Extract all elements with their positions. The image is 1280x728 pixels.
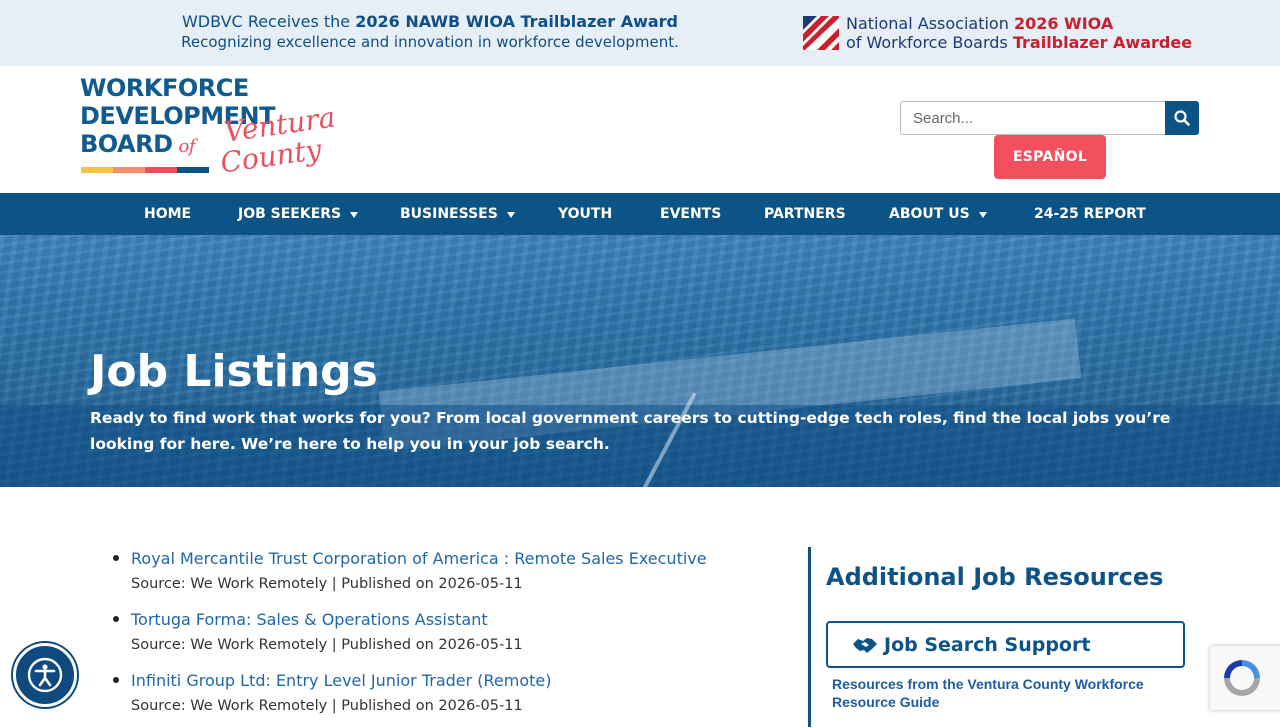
sidebar-title: Additional Job Resources <box>826 563 1164 591</box>
nav-youth[interactable]: YOUTH <box>558 193 612 235</box>
nav-report-label: 24-25 REPORT <box>1034 206 1146 222</box>
recaptcha-badge[interactable] <box>1210 646 1280 710</box>
hero-description: Ready to find work that works for you? F… <box>90 409 1171 453</box>
resources-sidebar: Additional Job Resources Job Search Supp… <box>808 547 1188 727</box>
nav-about-us-label: ABOUT US <box>889 206 970 222</box>
main-nav: HOME JOB SEEKERS BUSINESSES YOUTH EVENTS… <box>0 193 1280 235</box>
job-link[interactable]: Royal Mercantile Trust Corporation of Am… <box>131 545 791 573</box>
bullet-icon <box>113 677 119 683</box>
caret-down-icon <box>350 211 359 218</box>
nav-partners[interactable]: PARTNERS <box>764 193 846 235</box>
nav-home-label: HOME <box>144 206 192 222</box>
nav-job-seekers[interactable]: JOB SEEKERS <box>238 193 359 235</box>
site-logo[interactable]: WORKFORCE DEVELOPMENT BOARD of Ventura Co… <box>80 74 337 186</box>
logo-board: BOARD <box>80 130 173 158</box>
nav-home[interactable]: HOME <box>144 193 191 235</box>
search-icon <box>1174 110 1190 126</box>
search-input[interactable] <box>900 101 1166 135</box>
job-search-support-button[interactable]: Job Search Support <box>826 621 1185 668</box>
job-list: Royal Mercantile Trust Corporation of Am… <box>111 545 791 728</box>
resource-guide-link[interactable]: Resources from the Ventura County Workfo… <box>832 675 1162 711</box>
nav-report[interactable]: 24-25 REPORT <box>1034 193 1146 235</box>
nav-about-us[interactable]: ABOUT US <box>889 193 987 235</box>
nav-events-label: EVENTS <box>660 206 722 222</box>
caret-down-icon <box>506 211 515 218</box>
list-item: Tortuga Forma: Sales & Operations Assist… <box>111 606 791 667</box>
banner-subline: Recognizing excellence and innovation in… <box>181 33 679 51</box>
list-item: Infiniti Group Ltd: Entry Level Junior T… <box>111 667 791 728</box>
award-line2: Trailblazer Awardee <box>1012 33 1193 52</box>
nawb-flag-icon <box>803 16 839 50</box>
job-meta: Source: We Work Remotely | Published on … <box>131 637 523 653</box>
page-title: Job Listings <box>90 346 378 397</box>
nawb-name-line1: National Association <box>846 14 1009 33</box>
bullet-icon <box>113 555 119 561</box>
nav-job-seekers-label: JOB SEEKERS <box>238 206 342 222</box>
nawb-name-line2: of Workforce Boards <box>846 33 1008 52</box>
award-banner[interactable]: WDBVC Receives the 2026 NAWB WIOA Trailb… <box>0 0 1280 66</box>
job-meta: Source: We Work Remotely | Published on … <box>131 576 523 592</box>
accessibility-icon <box>27 657 63 693</box>
job-link[interactable]: Infiniti Group Ltd: Entry Level Junior T… <box>131 667 791 695</box>
search-button[interactable] <box>1165 101 1199 135</box>
list-item: Royal Mercantile Trust Corporation of Am… <box>111 545 791 606</box>
logo-script: Ventura County <box>218 101 341 180</box>
espanol-button[interactable]: ESPAÑOL <box>994 135 1106 179</box>
nav-youth-label: YOUTH <box>558 206 613 222</box>
job-meta: Source: We Work Remotely | Published on … <box>131 698 523 714</box>
caret-down-icon <box>978 211 987 218</box>
logo-color-bar <box>81 167 209 173</box>
logo-line-1: WORKFORCE <box>80 74 249 102</box>
banner-headline: WDBVC Receives the 2026 NAWB WIOA Trailb… <box>130 12 730 32</box>
site-header: WORKFORCE DEVELOPMENT BOARD of Ventura Co… <box>0 66 1280 193</box>
award-line1: 2026 WIOA <box>1013 14 1114 33</box>
job-link[interactable]: Tortuga Forma: Sales & Operations Assist… <box>131 606 791 634</box>
banner-headline-prefix: WDBVC Receives the <box>181 12 356 31</box>
accessibility-button[interactable] <box>13 643 77 707</box>
nawb-text: National Association 2026 WIOA of Workfo… <box>846 14 1192 52</box>
nav-events[interactable]: EVENTS <box>660 193 721 235</box>
logo-of: of <box>178 136 196 157</box>
nav-businesses-label: BUSINESSES <box>400 206 498 222</box>
handshake-icon <box>853 637 877 653</box>
bullet-icon <box>113 616 119 622</box>
recaptcha-icon <box>1224 660 1260 696</box>
nav-businesses[interactable]: BUSINESSES <box>400 193 515 235</box>
job-search-support-label: Job Search Support <box>884 633 1091 656</box>
banner-headline-award: 2026 NAWB WIOA Trailblazer Award <box>355 12 678 31</box>
hero-banner: Job Listings Ready to find work that wor… <box>0 235 1280 487</box>
nav-partners-label: PARTNERS <box>764 206 846 222</box>
banner-text: WDBVC Receives the 2026 NAWB WIOA Trailb… <box>130 12 730 52</box>
